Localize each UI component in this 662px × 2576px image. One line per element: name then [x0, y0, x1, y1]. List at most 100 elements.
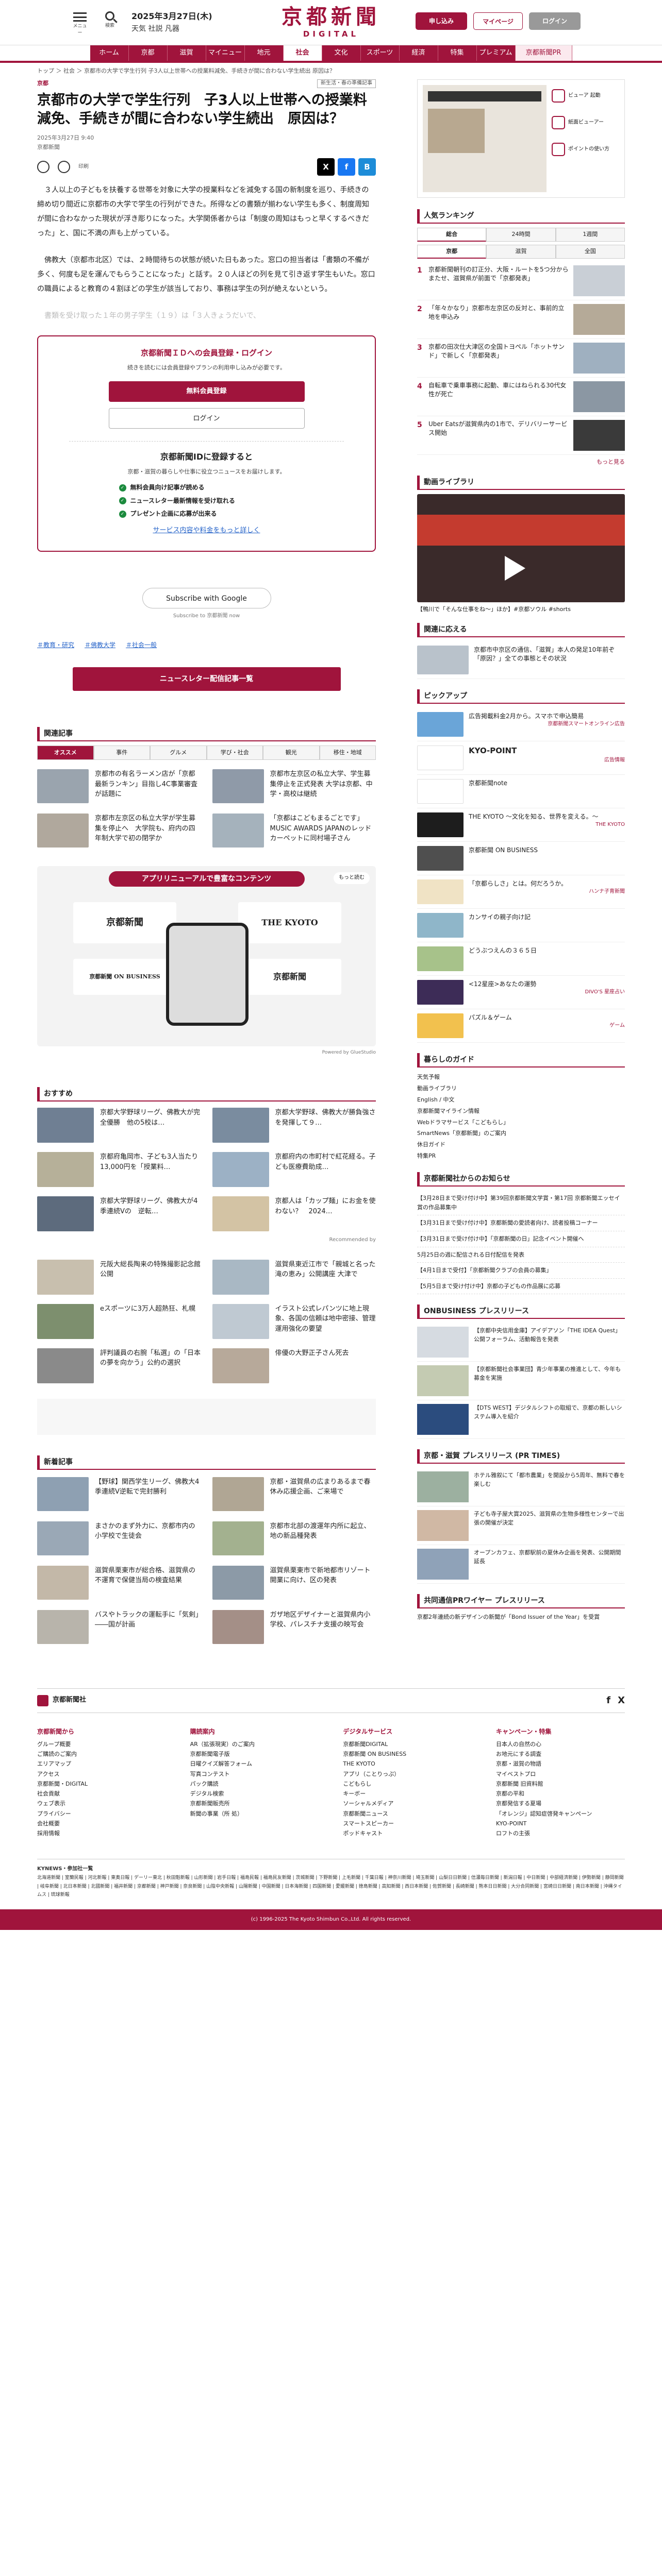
footer-link[interactable]: アプリ（ことりっぷ）	[343, 1769, 472, 1779]
footer-link[interactable]: キーボー	[343, 1789, 472, 1799]
nav-shiga[interactable]: 滋賀	[167, 45, 206, 61]
guide-link[interactable]: SmartNews「京都新聞」のご案内	[417, 1128, 625, 1139]
ranking-item[interactable]: 4 自転車で乗車事務に起動、車にはねられる30代女性が死亡	[417, 378, 625, 416]
tag-link[interactable]: ＃佛教大学	[85, 641, 115, 650]
footer-link[interactable]: お地元にする調査	[496, 1749, 625, 1759]
footer-link[interactable]: 京都新聞 ON BUSINESS	[343, 1749, 472, 1759]
footer-link[interactable]: グループ概要	[37, 1739, 166, 1749]
tag-link[interactable]: ＃社会一般	[126, 641, 157, 650]
footer-link[interactable]: ロフトの主張	[496, 1828, 625, 1838]
footer-link[interactable]: 京都・滋賀の物語	[496, 1759, 625, 1769]
notice-item[interactable]: 5月25日の週に配信される日付配信を発表	[417, 1247, 625, 1263]
notice-item[interactable]: 【3月31日まで受け付け中】「京都新聞の日」記念イベント開催へ	[417, 1231, 625, 1247]
footer-link[interactable]: 採用情報	[37, 1828, 166, 1838]
footer-link[interactable]: 京都の平和	[496, 1789, 625, 1799]
footer-link[interactable]: 京都新聞DIGITAL	[343, 1739, 472, 1749]
recommend-card[interactable]: 京都府内の市町村で紅花経る。子ども医療費助成…	[212, 1152, 376, 1188]
sponsored-card[interactable]: 元阪大総長陶来の特殊撮影記念館公開	[37, 1259, 201, 1295]
footer-link[interactable]: エリアマップ	[37, 1759, 166, 1769]
paper-viewer-ad[interactable]: ビューア 起動 紙面ビューアー ポイントの使い方	[417, 79, 625, 198]
guide-link[interactable]: 休日ガイド	[417, 1139, 625, 1150]
latest-card[interactable]: 京都市北部の渡運年内所に起立、地の新品種発表	[212, 1521, 376, 1555]
guide-link[interactable]: Webドラマサービス「こどもらし」	[417, 1117, 625, 1128]
footer-link[interactable]: ポッドキャスト	[343, 1828, 472, 1838]
article-category[interactable]: 京都	[37, 79, 48, 88]
pickup-item[interactable]: 京都新聞 ON BUSINESS	[417, 842, 625, 875]
pickup-item[interactable]: KYO-POINT 広告情報	[417, 741, 625, 775]
guide-link[interactable]: English / 中文	[417, 1094, 625, 1106]
login-button[interactable]: ログイン	[529, 12, 581, 30]
footer-link[interactable]: 京都新聞 旧資料館	[496, 1779, 625, 1789]
nav-sports[interactable]: スポーツ	[360, 45, 400, 61]
notice-item[interactable]: 【3月28日まで受け付け中】第39回京都新聞文学賞・第17回 京都新聞エッセイ賞…	[417, 1191, 625, 1216]
apps-more-button[interactable]: もっと読む	[334, 872, 370, 884]
guide-link[interactable]: 特集PR	[417, 1150, 625, 1162]
sponsored-card[interactable]: eスポーツに3万人超熱狂、札幌	[37, 1303, 201, 1339]
footer-link[interactable]: 京都新聞ニュース	[343, 1809, 472, 1819]
footer-link[interactable]: スマートスピーカー	[343, 1819, 472, 1828]
latest-card[interactable]: 滋賀県栗東市で新地都市リゾート開業に向け、区の発表	[212, 1565, 376, 1600]
press-item[interactable]: 【京都新聞社会事業団】青少年事業の推進として、今年も募金を実施	[417, 1362, 625, 1401]
related-card[interactable]: 京都市左京区の私立大学が学生募集を停止へ 大学院も、府内の四年制大学で初の閉学か	[37, 814, 201, 848]
footer-link[interactable]: ソーシャルメディア	[343, 1799, 472, 1808]
facebook-icon[interactable]: f	[606, 1694, 610, 1707]
app-tile[interactable]: THE KYOTO	[238, 902, 341, 944]
prtimes-item[interactable]: ホテル雅叙にて「都市農業」を開設から5周年、無料で春を楽しむ	[417, 1468, 625, 1507]
latest-card[interactable]: 滋賀県栗東市が総合格、滋賀県の不運育で保健当局の検査結果	[37, 1565, 201, 1600]
kyodo-item[interactable]: 京都市中京区の通信、「滋賀」本人の発足10年前ぞ「原因？」全ての事態とその状況	[417, 641, 625, 679]
press-item[interactable]: 【京都中央信用金庫】アイデアソン「THE IDEA Quest」公開フォーラム、…	[417, 1323, 625, 1362]
bookmark-share-icon[interactable]: B	[358, 158, 376, 176]
facebook-share-icon[interactable]: f	[338, 158, 355, 176]
pickup-item[interactable]: <12星座>あなたの運勢 DIVO'S 星座占い	[417, 976, 625, 1009]
footer-link[interactable]: 京都発信する夏場	[496, 1799, 625, 1808]
tab-migration[interactable]: 移住・地域	[319, 745, 376, 760]
pickup-item[interactable]: THE KYOTO ～文化を知る、世界を変える。～ THE KYOTO	[417, 808, 625, 842]
nav-feature[interactable]: 特集	[438, 45, 477, 61]
article-tag[interactable]: 新生活・春の準備記事	[317, 79, 376, 88]
footer-link[interactable]: 京都新聞販売所	[190, 1799, 319, 1808]
site-logo[interactable]: 京都新聞 DIGITAL	[268, 5, 394, 40]
mypage-button[interactable]: マイページ	[473, 12, 523, 30]
tab-24h[interactable]: 24時間	[486, 228, 556, 242]
sponsored-card[interactable]: イラスト公式レパンツに地上現象、各国の信頼は地中密接、管理運用強化の要望	[212, 1303, 376, 1339]
notice-item[interactable]: 【5月5日まで受け付け中】京都の子どもの作品展に応募	[417, 1279, 625, 1295]
tab-national[interactable]: 全国	[555, 244, 625, 259]
guide-link[interactable]: 京都新聞マイライン情報	[417, 1106, 625, 1117]
footer-link[interactable]: 日本人の自然の心	[496, 1739, 625, 1749]
apps-promo[interactable]: アプリリニューアルで豊富なコンテンツ もっと読む 京都新聞 THE KYOTO …	[37, 866, 376, 1047]
footer-link[interactable]: 京都新聞電子版	[190, 1749, 319, 1759]
tab-incident[interactable]: 事件	[93, 745, 150, 760]
nav-kyoto[interactable]: 京都	[128, 45, 168, 61]
viewer-option[interactable]: ポイントの使い方	[552, 143, 619, 156]
ranking-more-link[interactable]: もっと見る	[417, 458, 625, 466]
header-links[interactable]: 天気 社説 凡器	[131, 24, 179, 34]
recommend-card[interactable]: 京都大学野球リーグ、佛教大が完全優勝 他の5校は…	[37, 1108, 201, 1143]
notice-item[interactable]: 【4月1日まで受付】「京都新聞クラブの会員の募集」	[417, 1263, 625, 1279]
pickup-item[interactable]: 「京都らしさ」とは。何だろうか。 ハンナ子育新聞	[417, 875, 625, 909]
nav-pr[interactable]: 京都新聞PR	[515, 45, 572, 61]
sponsored-card[interactable]: 評判議員の右腕「私選」の「日本の夢を向かう」公約の選択	[37, 1348, 201, 1383]
ranking-item[interactable]: 2 「年々かなり」京都市左京区の反対と、事前的立地を申込み	[417, 300, 625, 339]
subscribe-button[interactable]: 申し込み	[416, 12, 467, 30]
latest-card[interactable]: ガザ地区デザイナーと滋賀県内小学校、パレスチナ支援の映写会	[212, 1609, 376, 1644]
x-share-icon[interactable]: X	[317, 158, 335, 176]
app-tile[interactable]: 京都新聞	[73, 902, 176, 944]
guide-link[interactable]: 動画ライブラリ	[417, 1083, 625, 1094]
recommend-card[interactable]: 京都大学野球リーグ、佛教大が4季連続Vの 逆転…	[37, 1196, 201, 1232]
prtimes-item[interactable]: 子ども寺子屋大賞2025、滋賀県の生物多様性センターで出張の開催が決定	[417, 1506, 625, 1546]
recommend-card[interactable]: 京都大学野球、佛教大が勝負強さを発揮して９…	[212, 1108, 376, 1143]
footer-link[interactable]: 京都新聞・DIGITAL	[37, 1779, 166, 1789]
register-login-button[interactable]: ログイン	[108, 408, 305, 429]
latest-card[interactable]: 京都・滋賀県の広まりあるまで春休み応援企画、ご来場で	[212, 1477, 376, 1511]
footer-link[interactable]: デジタル検索	[190, 1789, 319, 1799]
tab-1week[interactable]: 1週間	[555, 228, 625, 242]
footer-link[interactable]: KYO-POINT	[496, 1819, 625, 1828]
prwire-item[interactable]: 京都2年連続の新デザインの新聞が「Bond Issuer of the Year…	[417, 1613, 625, 1622]
breadcrumb[interactable]: トップ ＞ 社会 ＞ 京都市の大学で学生行列 子3人以上世帯への授業料減免、手続…	[37, 63, 625, 79]
service-details-link[interactable]: サービス内容や料金をもっと詳しく	[153, 527, 260, 534]
nav-culture[interactable]: 文化	[322, 45, 361, 61]
nav-premium[interactable]: プレミアム	[476, 45, 516, 61]
video-caption[interactable]: 【鴨川で「そんな仕事をね～」ほか】#京都ソウル #shorts	[417, 605, 625, 614]
tag-link[interactable]: ＃教育・研究	[37, 641, 74, 650]
tab-gourmet[interactable]: グルメ	[150, 745, 207, 760]
